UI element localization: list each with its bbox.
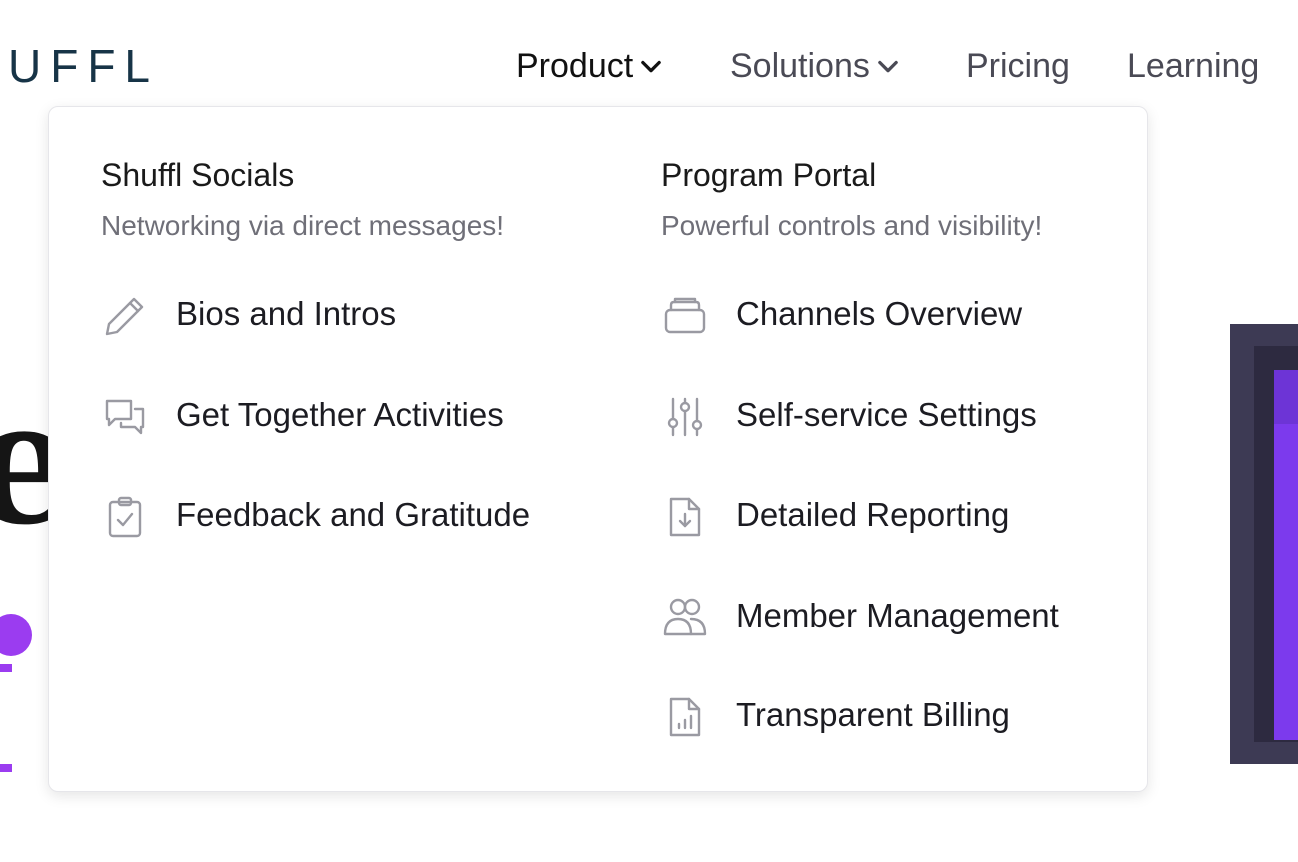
column-title[interactable]: Program Portal: [661, 157, 876, 193]
hero-device-frame: [1254, 346, 1298, 742]
menu-item-label: Bios and Intros: [176, 295, 397, 332]
hero-device-screen: [1274, 370, 1298, 740]
inbox-stack-icon: [661, 292, 709, 340]
chat-bubbles-icon: [101, 393, 149, 441]
nav-learning[interactable]: Learning: [1127, 44, 1259, 88]
sliders-icon: [661, 393, 709, 441]
menu-item-get-together-activities[interactable]: Get Together Activities: [101, 391, 561, 439]
menu-item-bios-and-intros[interactable]: Bios and Intros: [101, 290, 561, 338]
product-dropdown-menu: Shuffl Socials Networking via direct mes…: [48, 106, 1148, 792]
menu-item-label: Transparent Billing: [736, 696, 1010, 733]
hero-accent-dot: [0, 614, 32, 656]
column-subtitle: Networking via direct messages!: [101, 210, 505, 241]
nav-solutions[interactable]: Solutions: [730, 44, 902, 88]
menu-item-channels-overview[interactable]: Channels Overview: [661, 290, 1121, 338]
brand-logo[interactable]: UFFL: [8, 40, 159, 92]
clipboard-check-icon: [101, 493, 149, 541]
nav-learning-label: Learning: [1127, 47, 1260, 85]
hero-accent-stroke: [0, 764, 12, 772]
menu-item-label: Self-service Settings: [736, 396, 1037, 433]
menu-item-label: Detailed Reporting: [736, 496, 1010, 533]
hero-device-image: [1230, 324, 1298, 764]
hero-accent-stroke: [0, 664, 12, 672]
users-icon: [661, 594, 709, 642]
nav-solutions-label: Solutions: [730, 47, 870, 85]
menu-item-label: Get Together Activities: [176, 396, 504, 433]
pencil-icon: [101, 292, 149, 340]
nav-product-label: Product: [516, 47, 634, 85]
menu-item-member-management[interactable]: Member Management: [661, 592, 1121, 640]
nav-product[interactable]: Product: [516, 44, 665, 88]
chevron-down-icon: [878, 60, 898, 73]
nav-pricing-label: Pricing: [966, 47, 1070, 85]
hero-device-bar: [1274, 370, 1298, 424]
nav-pricing[interactable]: Pricing: [966, 44, 1070, 88]
menu-item-detailed-reporting[interactable]: Detailed Reporting: [661, 491, 1121, 539]
column-subtitle: Powerful controls and visibility!: [661, 210, 1043, 241]
document-download-icon: [661, 493, 709, 541]
column-title[interactable]: Shuffl Socials: [101, 157, 294, 193]
chevron-down-icon: [641, 60, 661, 73]
menu-item-feedback-and-gratitude[interactable]: Feedback and Gratitude: [101, 491, 561, 539]
menu-item-label: Member Management: [736, 597, 1059, 634]
menu-item-transparent-billing[interactable]: Transparent Billing: [661, 691, 1121, 739]
document-chart-icon: [661, 693, 709, 741]
menu-item-self-service-settings[interactable]: Self-service Settings: [661, 391, 1121, 439]
menu-item-label: Feedback and Gratitude: [176, 496, 531, 533]
menu-item-label: Channels Overview: [736, 295, 1023, 332]
